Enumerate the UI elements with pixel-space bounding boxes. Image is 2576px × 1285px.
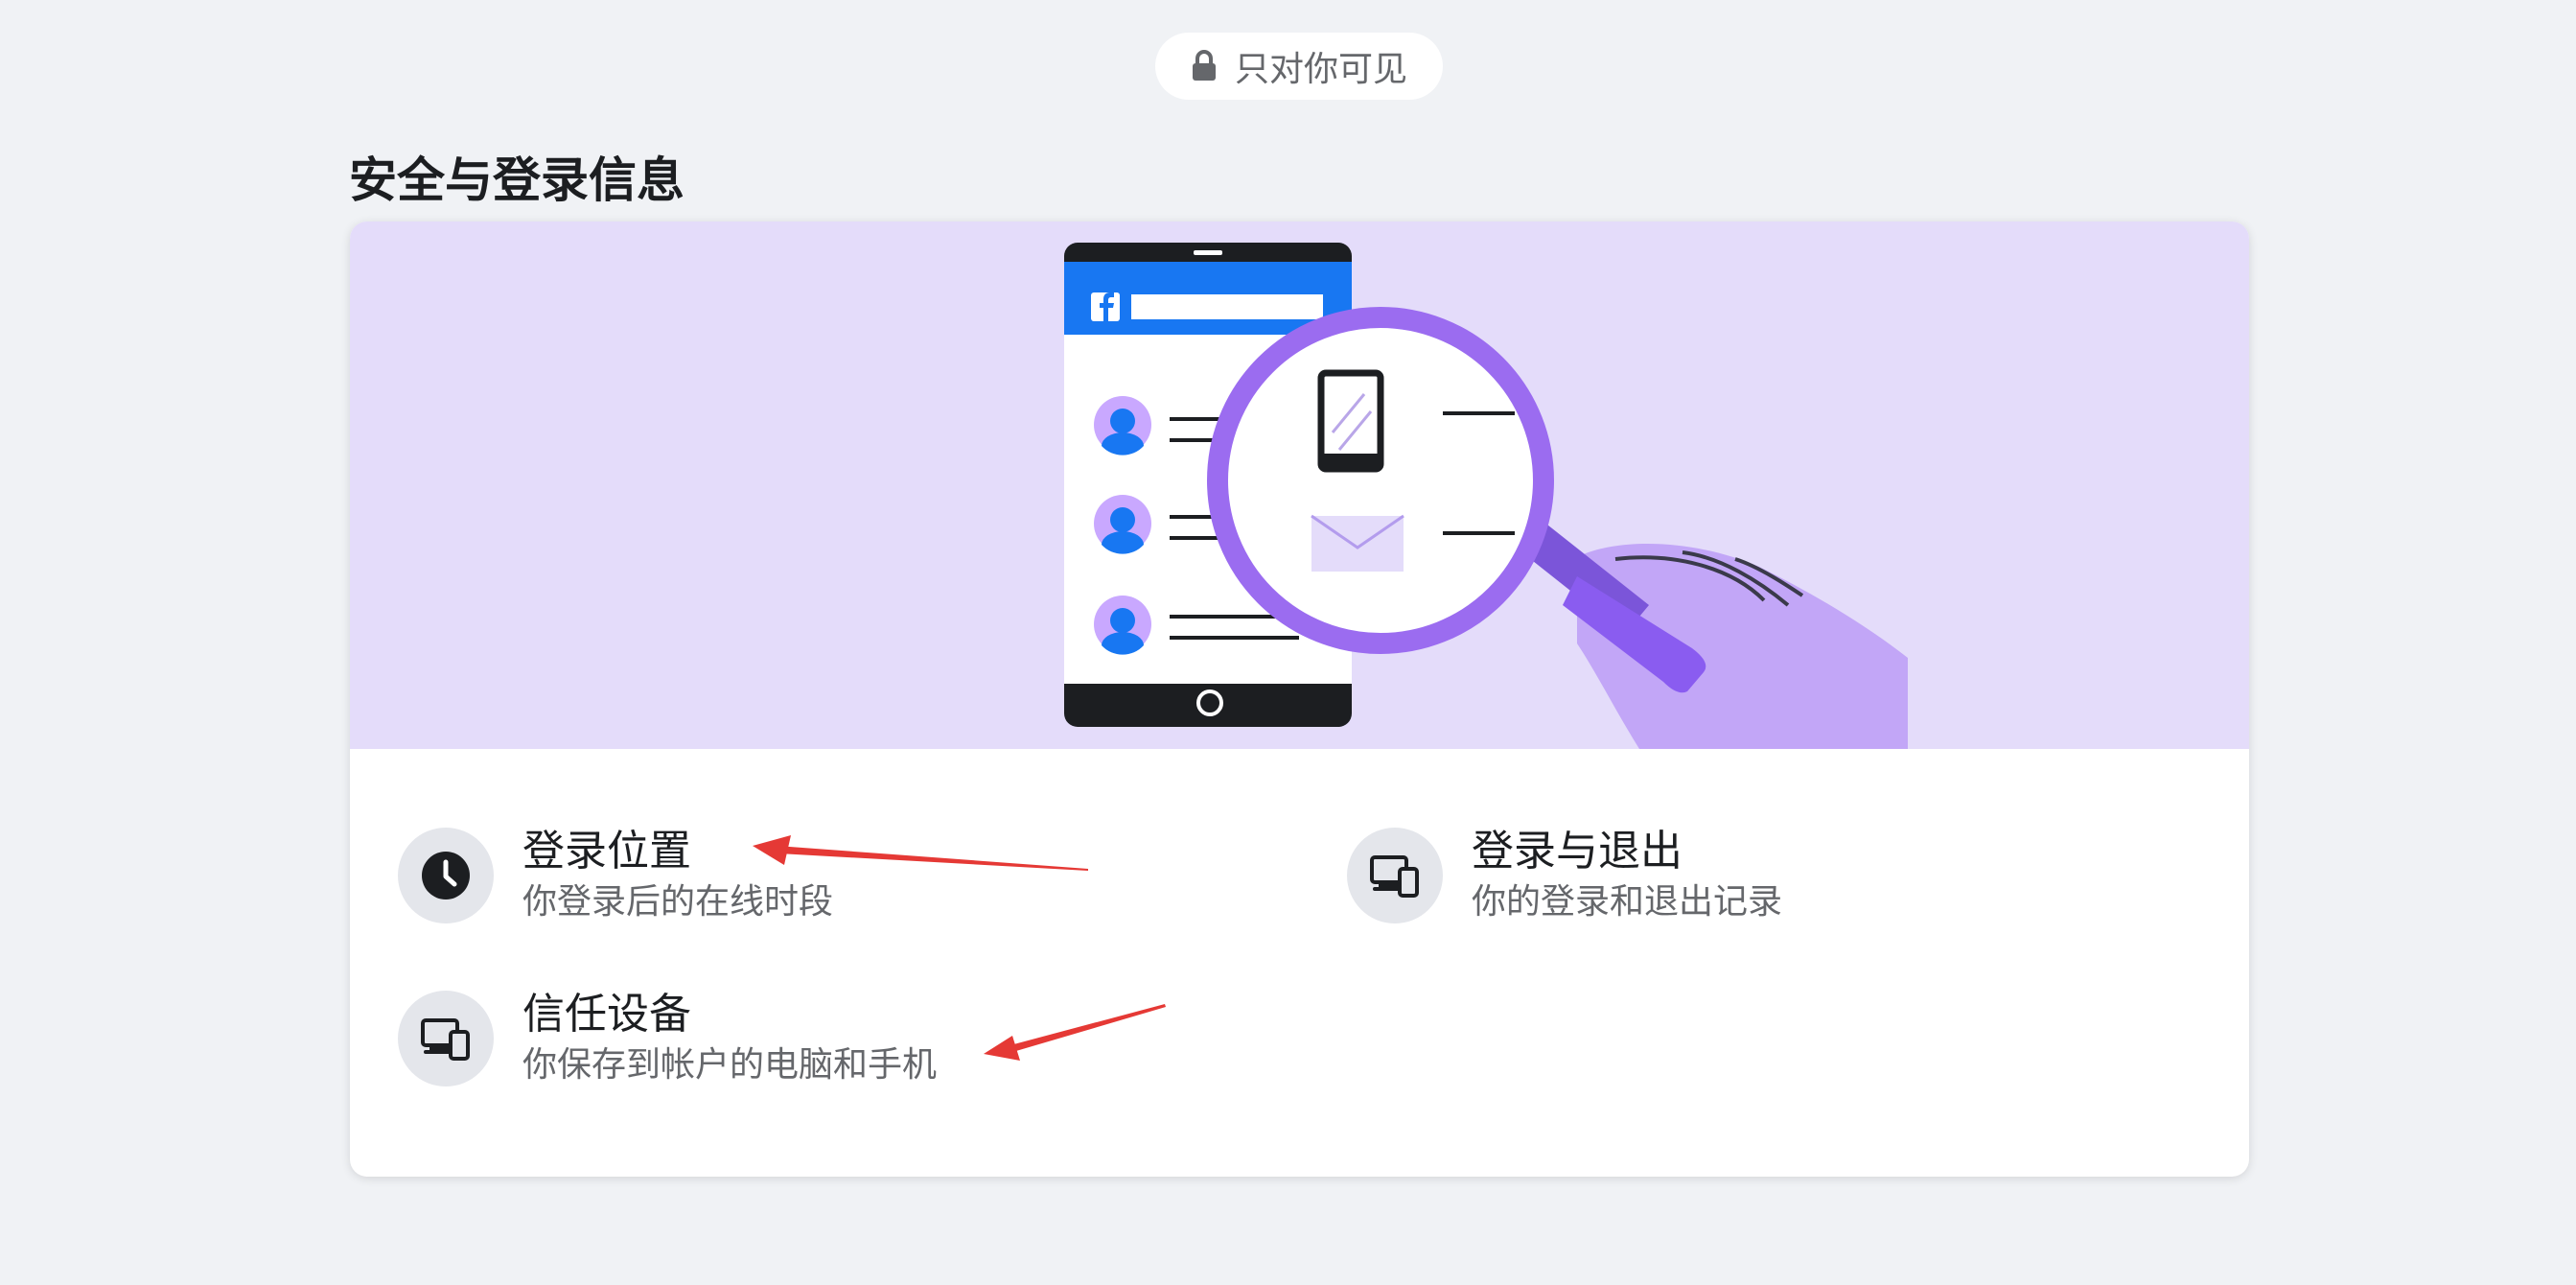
facebook-icon: [1091, 292, 1120, 321]
login-logout-option[interactable]: 登录与退出 你的登录和退出记录: [1347, 826, 1782, 925]
banner-illustration: [350, 222, 2249, 749]
visibility-label: 只对你可见: [1234, 50, 1407, 89]
devices-icon: [421, 1018, 470, 1061]
trusted-devices-subtitle: 你保存到帐户的电脑和手机: [522, 1045, 938, 1085]
security-login-card: 登录位置 你登录后的在线时段 登录与退出 你的登录和退出记录 信任设备 你保存到…: [350, 222, 2249, 1177]
login-location-title: 登录位置: [522, 827, 691, 876]
trusted-devices-title: 信任设备: [522, 990, 691, 1039]
login-location-option[interactable]: 登录位置 你登录后的在线时段: [398, 826, 833, 925]
login-location-icon-circle: [398, 828, 494, 923]
phone-magnifier-hand-illustration: [1064, 243, 1908, 749]
devices-icon: [1370, 855, 1419, 898]
visibility-badge[interactable]: 只对你可见: [1155, 33, 1443, 100]
login-location-subtitle: 你登录后的在线时段: [522, 882, 834, 922]
clock-icon: [422, 852, 470, 900]
login-logout-subtitle: 你的登录和退出记录: [1472, 882, 1783, 922]
login-logout-icon-circle: [1347, 828, 1443, 923]
trusted-devices-option[interactable]: 信任设备 你保存到帐户的电脑和手机: [398, 989, 937, 1088]
section-title: 安全与登录信息: [349, 152, 685, 208]
lock-icon: [1192, 50, 1216, 81]
trusted-devices-icon-circle: [398, 991, 494, 1086]
page: 只对你可见 安全与登录信息 登录位置 你登录后的在线时段 登录与退出 你的登录和…: [0, 0, 2576, 1285]
login-logout-title: 登录与退出: [1472, 827, 1683, 876]
